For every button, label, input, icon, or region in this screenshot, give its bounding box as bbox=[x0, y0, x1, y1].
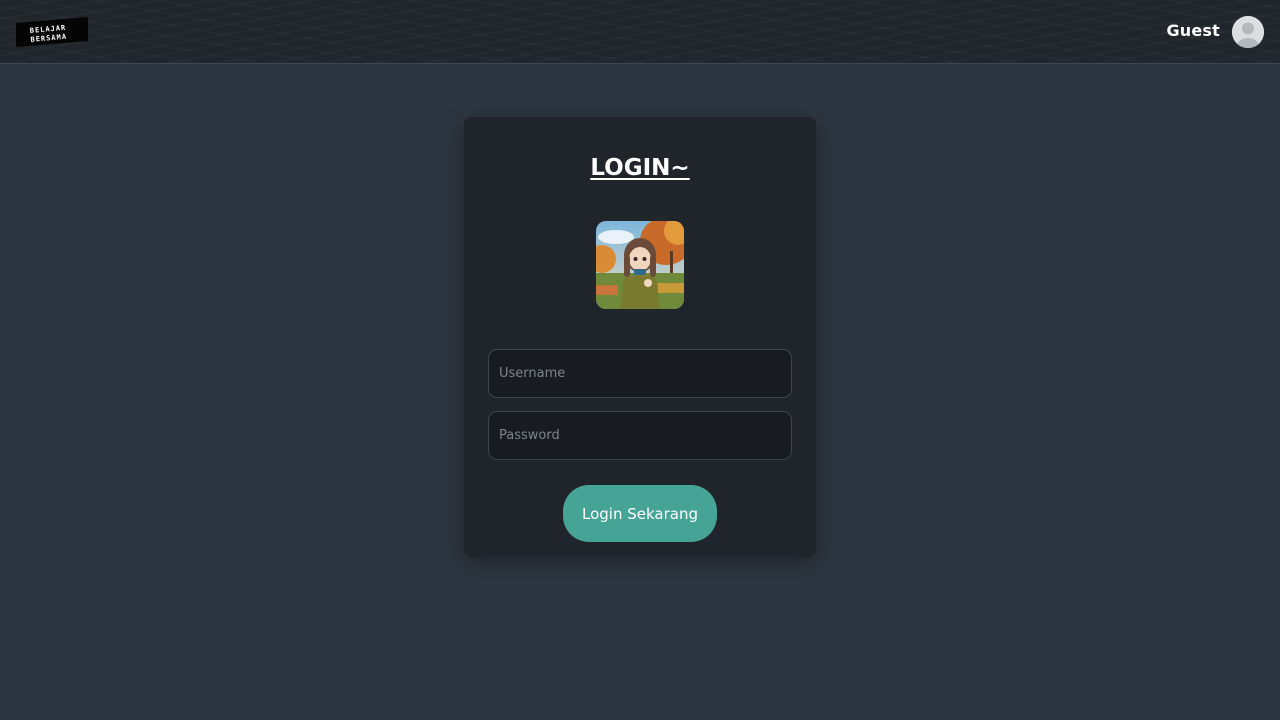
logo-badge: BELAJAR BERSAMA bbox=[16, 17, 88, 47]
top-navbar: BELAJAR BERSAMA Guest bbox=[0, 0, 1280, 64]
login-button[interactable]: Login Sekarang bbox=[563, 485, 717, 542]
password-input[interactable] bbox=[488, 411, 792, 460]
profile-image bbox=[596, 221, 684, 309]
site-logo[interactable]: BELAJAR BERSAMA bbox=[16, 17, 88, 47]
login-card: LOGIN~ Username Login Sekarang bbox=[464, 117, 816, 557]
username-input[interactable] bbox=[488, 349, 792, 398]
user-avatar-icon[interactable] bbox=[1232, 16, 1264, 48]
user-name: Guest bbox=[1166, 21, 1220, 40]
page-title: LOGIN~ bbox=[590, 155, 690, 181]
